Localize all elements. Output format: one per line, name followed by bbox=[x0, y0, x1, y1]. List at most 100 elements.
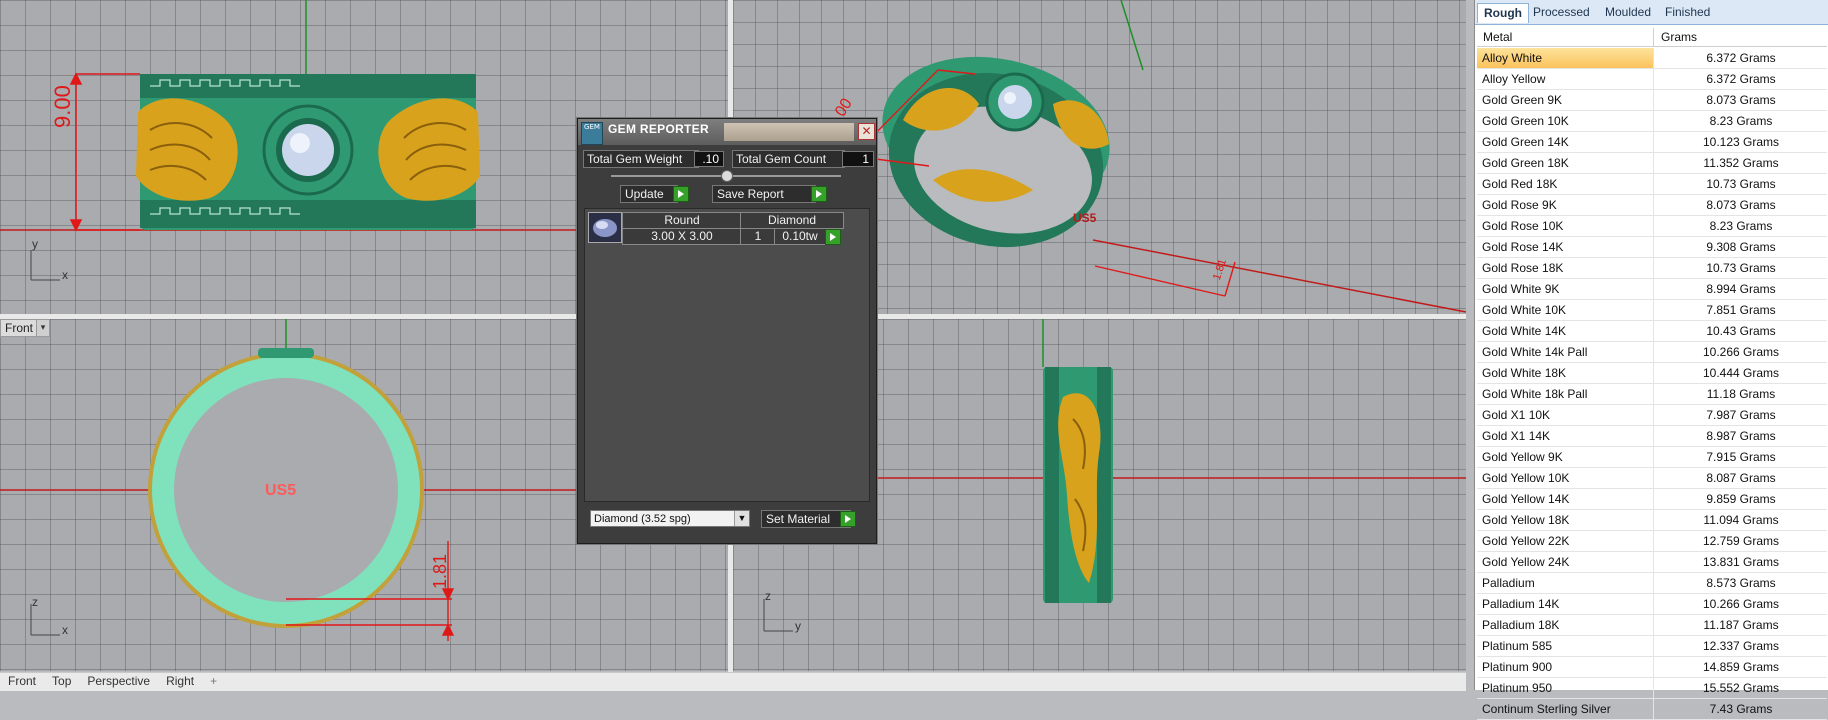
table-row[interactable]: Gold Yellow 10K 8.087 Grams bbox=[1477, 468, 1827, 489]
metal-name-cell: Alloy White bbox=[1482, 51, 1543, 65]
metal-name-cell: Palladium bbox=[1482, 576, 1535, 590]
metal-grams-cell: 7.915 Grams bbox=[1706, 450, 1776, 464]
close-icon[interactable]: ✕ bbox=[858, 123, 875, 140]
metal-name-cell: Gold Yellow 24K bbox=[1482, 555, 1570, 569]
metal-grams-cell: 6.372 Grams bbox=[1706, 51, 1776, 65]
metal-name-cell: Gold Rose 10K bbox=[1482, 219, 1564, 233]
metal-grams-cell: 10.266 Grams bbox=[1702, 345, 1780, 359]
gem-reporter-dialog: GEM GEM REPORTER ✕ Total Gem Weight .10 … bbox=[577, 118, 877, 544]
table-row[interactable]: Gold Green 14K 10.123 Grams bbox=[1477, 132, 1827, 153]
table-row[interactable]: Gold Green 9K 8.073 Grams bbox=[1477, 90, 1827, 111]
tab-processed[interactable]: Processed bbox=[1527, 3, 1596, 22]
top-dimension-label: 9.00 bbox=[50, 85, 75, 128]
total-gem-weight-value: .10 bbox=[694, 151, 724, 167]
metal-name-cell: Gold X1 10K bbox=[1482, 408, 1551, 422]
table-row[interactable]: Gold Green 10K 8.23 Grams bbox=[1477, 111, 1827, 132]
tab-finished[interactable]: Finished bbox=[1659, 3, 1716, 22]
material-select-value: Diamond (3.52 spg) bbox=[594, 513, 691, 525]
tab-right[interactable]: Right bbox=[158, 673, 202, 690]
column-header-metal[interactable]: Metal bbox=[1483, 30, 1512, 44]
tab-perspective[interactable]: Perspective bbox=[79, 673, 158, 690]
metal-grams-cell: 11.18 Grams bbox=[1706, 387, 1776, 401]
metal-name-cell: Gold White 18K bbox=[1482, 366, 1567, 380]
table-row[interactable]: Gold White 14K 10.43 Grams bbox=[1477, 321, 1827, 342]
table-row[interactable]: Gold White 9K 8.994 Grams bbox=[1477, 279, 1827, 300]
metal-name-cell: Gold Red 18K bbox=[1482, 177, 1558, 191]
table-row[interactable]: Gold Green 18K 11.352 Grams bbox=[1477, 153, 1827, 174]
metal-grams-cell: 8.23 Grams bbox=[1709, 219, 1773, 233]
table-row[interactable]: Gold White 18k Pall 11.18 Grams bbox=[1477, 384, 1827, 405]
metal-name-cell: Gold White 14K bbox=[1482, 324, 1567, 338]
gem-shape-cell: Round bbox=[622, 212, 742, 229]
table-row[interactable]: Gold White 10K 7.851 Grams bbox=[1477, 300, 1827, 321]
table-row[interactable]: Gold Yellow 18K 11.094 Grams bbox=[1477, 510, 1827, 531]
table-row[interactable]: Palladium 8.573 Grams bbox=[1477, 573, 1827, 594]
save-report-button[interactable]: Save Report bbox=[712, 185, 816, 203]
front-view-label[interactable]: Front bbox=[0, 319, 39, 337]
table-row[interactable]: Gold X1 14K 8.987 Grams bbox=[1477, 426, 1827, 447]
metal-name-cell: Platinum 900 bbox=[1482, 660, 1553, 674]
metal-grams-cell: 8.23 Grams bbox=[1709, 114, 1773, 128]
table-row[interactable]: Continum Sterling Silver 7.43 Grams bbox=[1477, 699, 1827, 720]
metal-name-cell: Gold Green 14K bbox=[1482, 135, 1569, 149]
dialog-slider-handle[interactable] bbox=[721, 170, 733, 182]
table-row[interactable]: Alloy White 6.372 Grams bbox=[1477, 48, 1827, 69]
metal-name-cell: Gold Yellow 9K bbox=[1482, 450, 1563, 464]
table-row[interactable]: Gold Yellow 9K 7.915 Grams bbox=[1477, 447, 1827, 468]
total-gem-count-value: 1 bbox=[842, 151, 874, 167]
metal-name-cell: Alloy Yellow bbox=[1482, 72, 1546, 86]
table-row[interactable]: Gold Rose 10K 8.23 Grams bbox=[1477, 216, 1827, 237]
gem-size-cell: 3.00 X 3.00 bbox=[622, 228, 742, 245]
metal-name-cell: Gold White 10K bbox=[1482, 303, 1567, 317]
metal-grams-cell: 7.987 Grams bbox=[1706, 408, 1776, 422]
table-row[interactable]: Gold White 18K 10.444 Grams bbox=[1477, 363, 1827, 384]
gem-material-cell: Diamond bbox=[740, 212, 844, 229]
tab-front[interactable]: Front bbox=[0, 673, 44, 690]
table-row[interactable]: Gold Yellow 22K 12.759 Grams bbox=[1477, 531, 1827, 552]
save-report-go-icon[interactable] bbox=[811, 186, 827, 202]
metal-name-cell: Gold Rose 18K bbox=[1482, 261, 1564, 275]
chevron-down-icon[interactable]: ▼ bbox=[734, 511, 749, 526]
table-row[interactable]: Gold Rose 14K 9.308 Grams bbox=[1477, 237, 1827, 258]
metal-name-cell: Palladium 14K bbox=[1482, 597, 1560, 611]
metal-name-cell: Platinum 585 bbox=[1482, 639, 1553, 653]
table-row[interactable]: Platinum 585 12.337 Grams bbox=[1477, 636, 1827, 657]
viewport-menu-caret[interactable]: ▾ bbox=[36, 319, 50, 337]
metal-name-cell: Continum Sterling Silver bbox=[1482, 702, 1611, 716]
metal-name-cell: Gold Yellow 14K bbox=[1482, 492, 1570, 506]
add-tab-button[interactable]: + bbox=[202, 673, 225, 690]
table-row[interactable]: Platinum 900 14.859 Grams bbox=[1477, 657, 1827, 678]
gem-row-go-icon[interactable] bbox=[825, 229, 841, 245]
material-select[interactable]: Diamond (3.52 spg) ▼ bbox=[590, 510, 750, 527]
metal-name-cell: Gold Rose 14K bbox=[1482, 240, 1564, 254]
metal-tab-bar: Rough Processed Moulded Finished bbox=[1475, 0, 1828, 25]
table-row[interactable]: Gold X1 10K 7.987 Grams bbox=[1477, 405, 1827, 426]
table-row[interactable]: Palladium 18K 11.187 Grams bbox=[1477, 615, 1827, 636]
tab-top[interactable]: Top bbox=[44, 673, 79, 690]
table-row[interactable]: Gold Rose 9K 8.073 Grams bbox=[1477, 195, 1827, 216]
metal-grams-cell: 12.337 Grams bbox=[1702, 639, 1780, 653]
dialog-titlebar[interactable]: GEM GEM REPORTER ✕ bbox=[578, 119, 876, 145]
metal-grams-cell: 10.266 Grams bbox=[1702, 597, 1780, 611]
table-row[interactable]: Gold Yellow 24K 13.831 Grams bbox=[1477, 552, 1827, 573]
ring-size-text-front: US5 bbox=[265, 482, 296, 499]
tab-moulded[interactable]: Moulded bbox=[1599, 3, 1657, 22]
table-row[interactable]: Alloy Yellow 6.372 Grams bbox=[1477, 69, 1827, 90]
table-row[interactable]: Gold White 14k Pall 10.266 Grams bbox=[1477, 342, 1827, 363]
metal-grams-cell: 11.352 Grams bbox=[1703, 156, 1779, 170]
update-button[interactable]: Update bbox=[620, 185, 678, 203]
update-go-icon[interactable] bbox=[673, 186, 689, 202]
table-row[interactable]: Platinum 950 15.552 Grams bbox=[1477, 678, 1827, 699]
set-material-button[interactable]: Set Material bbox=[761, 510, 851, 528]
table-row[interactable]: Gold Yellow 14K 9.859 Grams bbox=[1477, 489, 1827, 510]
gem-list: Round Diamond 3.00 X 3.00 1 0.10tw bbox=[584, 208, 870, 502]
column-header-grams[interactable]: Grams bbox=[1661, 30, 1697, 44]
set-material-go-icon[interactable] bbox=[840, 511, 856, 527]
metal-name-cell: Gold X1 14K bbox=[1482, 429, 1551, 443]
diamond-round-icon[interactable] bbox=[588, 212, 622, 243]
table-row[interactable]: Gold Rose 18K 10.73 Grams bbox=[1477, 258, 1827, 279]
axis-x-label: x bbox=[62, 268, 68, 282]
table-row[interactable]: Gold Red 18K 10.73 Grams bbox=[1477, 174, 1827, 195]
table-row[interactable]: Palladium 14K 10.266 Grams bbox=[1477, 594, 1827, 615]
tab-rough[interactable]: Rough bbox=[1477, 3, 1529, 23]
